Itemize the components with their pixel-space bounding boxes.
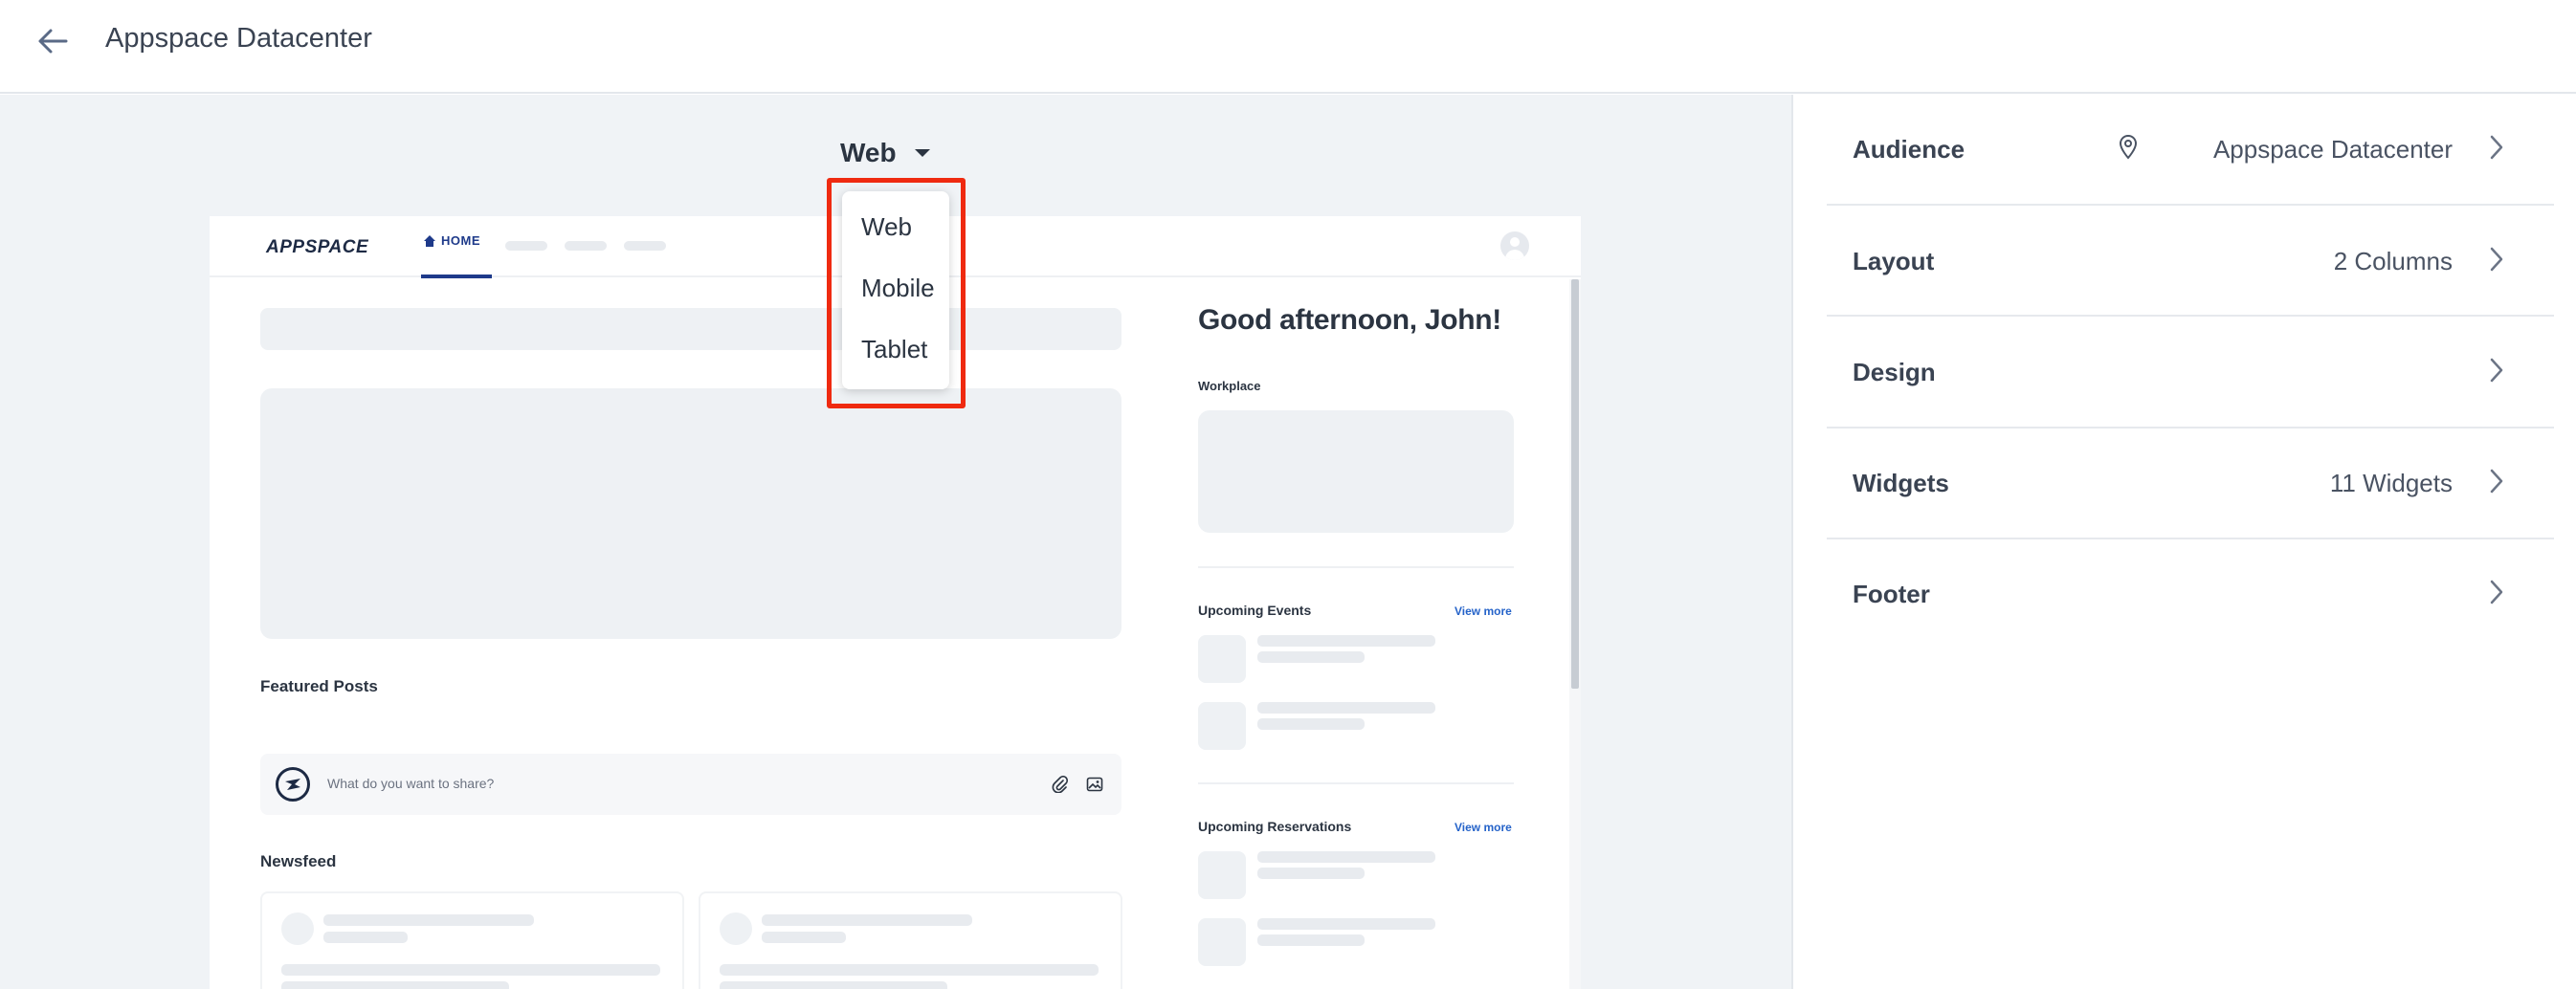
location-pin-icon <box>2119 134 2138 160</box>
device-option-mobile[interactable]: Mobile <box>861 274 935 303</box>
chevron-right-icon <box>2487 578 2506 606</box>
text-placeholder <box>1257 635 1435 647</box>
paperclip-icon[interactable] <box>1049 773 1072 796</box>
panel-row-design[interactable]: Design <box>1827 317 2554 428</box>
active-tab-indicator <box>421 275 492 278</box>
panel-row-value: 11 Widgets <box>2329 469 2453 497</box>
event-thumb <box>1198 635 1246 683</box>
newsfeed-card[interactable] <box>260 891 684 989</box>
text-placeholder <box>281 964 660 976</box>
text-placeholder <box>281 981 509 989</box>
nav-placeholder <box>624 241 666 251</box>
device-option-web[interactable]: Web <box>861 212 912 242</box>
device-dropdown-menu: Web Mobile Tablet <box>842 191 949 389</box>
newsfeed-card[interactable] <box>699 891 1122 989</box>
device-select[interactable]: Web <box>840 138 931 168</box>
panel-row-value: Appspace Datacenter <box>2212 135 2453 164</box>
arrow-left-icon <box>38 29 68 54</box>
panel-row-value: 2 Columns <box>2333 247 2453 275</box>
newsfeed-heading: Newsfeed <box>260 852 337 870</box>
top-bar: Appspace Datacenter <box>0 0 2576 94</box>
featured-posts-heading: Featured Posts <box>260 677 378 695</box>
panel-row-layout[interactable]: Layout 2 Columns <box>1827 206 2554 317</box>
preview-nav-home[interactable]: HOME <box>423 233 480 248</box>
panel-row-label: Footer <box>1853 580 1930 608</box>
divider <box>1198 782 1514 784</box>
nav-placeholder <box>505 241 547 251</box>
reservation-thumb <box>1198 851 1246 899</box>
avatar[interactable] <box>1500 231 1529 260</box>
back-button[interactable] <box>33 21 73 61</box>
text-placeholder <box>1257 868 1365 879</box>
reservation-thumb <box>1198 918 1246 966</box>
panel-row-widgets[interactable]: Widgets 11 Widgets <box>1827 428 2554 538</box>
text-placeholder <box>1257 851 1435 863</box>
text-placeholder <box>323 932 408 943</box>
text-placeholder <box>1257 718 1365 730</box>
panel-row-label: Layout <box>1853 247 1935 275</box>
chevron-right-icon <box>2487 467 2506 495</box>
divider <box>1198 566 1514 568</box>
text-placeholder <box>1257 651 1365 663</box>
device-select-value: Web <box>840 138 897 167</box>
text-placeholder <box>323 914 534 926</box>
caret-down-icon <box>914 149 930 157</box>
text-placeholder <box>720 981 947 989</box>
preview-nav-home-label: HOME <box>441 233 480 248</box>
greeting-heading: Good afternoon, John! <box>1198 304 1501 336</box>
text-placeholder <box>1257 934 1365 946</box>
panel-row-label: Widgets <box>1853 469 1949 497</box>
panel-row-audience[interactable]: Audience Appspace Datacenter <box>1827 94 2554 205</box>
text-placeholder <box>762 932 846 943</box>
image-icon[interactable] <box>1083 773 1106 796</box>
upcoming-reservations-heading: Upcoming Reservations <box>1198 819 1352 834</box>
appspace-logo: APPSPACE <box>266 237 369 257</box>
nav-placeholder <box>565 241 607 251</box>
appspace-mark-icon <box>276 767 310 802</box>
device-option-tablet[interactable]: Tablet <box>861 335 927 364</box>
avatar-placeholder <box>720 912 752 945</box>
workplace-label: Workplace <box>1198 379 1261 393</box>
workplace-placeholder <box>1198 410 1514 533</box>
hero-placeholder <box>260 388 1121 639</box>
panel-row-label: Audience <box>1853 135 1965 164</box>
avatar-placeholder <box>281 912 314 945</box>
panel-divider <box>1791 95 1793 989</box>
text-placeholder <box>1257 702 1435 714</box>
text-placeholder <box>720 964 1099 976</box>
chevron-right-icon <box>2487 356 2506 385</box>
reservations-view-more-link[interactable]: View more <box>1455 821 1512 834</box>
page-title: Appspace Datacenter <box>105 23 372 54</box>
chevron-right-icon <box>2487 245 2506 274</box>
events-view-more-link[interactable]: View more <box>1455 604 1512 618</box>
chevron-right-icon <box>2487 133 2506 162</box>
event-thumb <box>1198 702 1246 750</box>
text-placeholder <box>762 914 972 926</box>
panel-row-label: Design <box>1853 358 1936 386</box>
scrollbar-thumb[interactable] <box>1571 279 1579 689</box>
search-placeholder <box>260 308 1121 350</box>
home-icon <box>424 234 435 247</box>
panel-row-footer[interactable]: Footer <box>1827 538 2554 649</box>
upcoming-events-heading: Upcoming Events <box>1198 603 1312 618</box>
text-placeholder <box>1257 918 1435 930</box>
share-composer[interactable]: What do you want to share? <box>260 754 1121 815</box>
share-input[interactable]: What do you want to share? <box>327 776 494 791</box>
